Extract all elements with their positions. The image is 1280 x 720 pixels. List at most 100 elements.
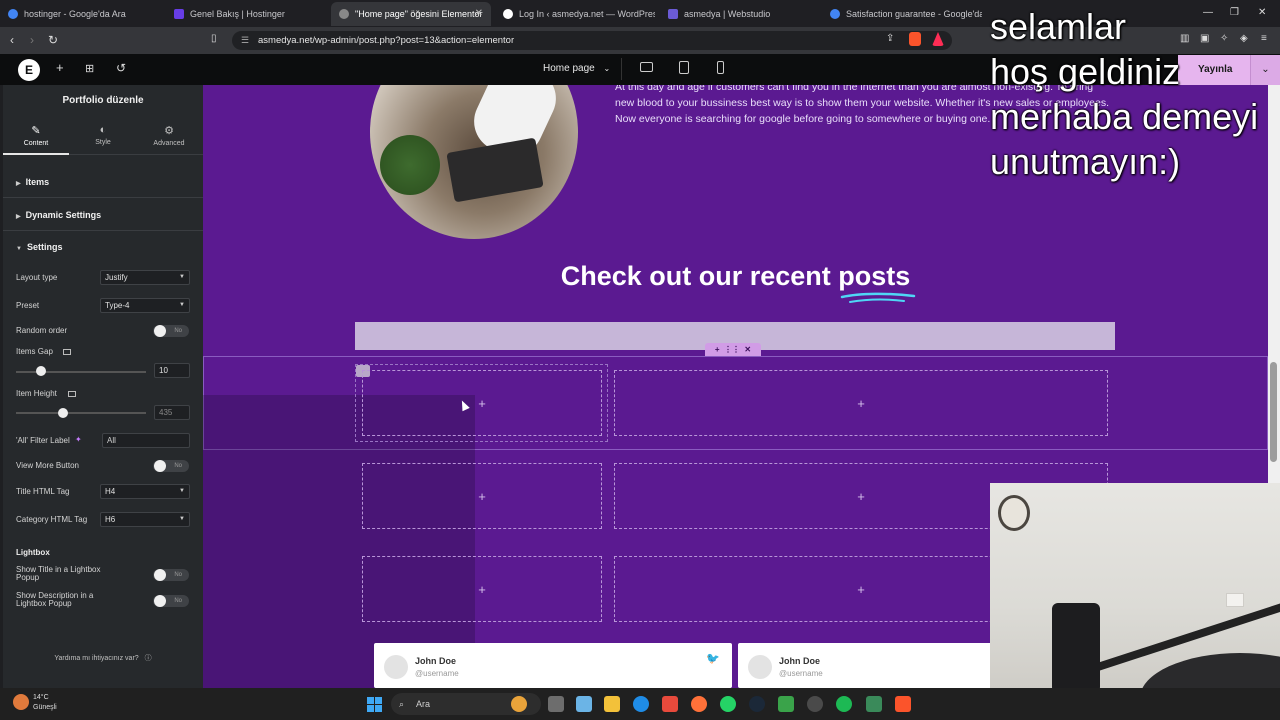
add-icon[interactable]: + (478, 582, 486, 597)
page-selector[interactable]: Home page ⌄ (543, 63, 610, 74)
tab-title: hostinger - Google'da Ara (24, 9, 126, 19)
tab-webstudio[interactable]: asmedya | Webstudio (660, 2, 820, 26)
tab-title: Genel Bakış | Hostinger (190, 9, 285, 19)
random-order-label: Random order (16, 326, 68, 335)
add-icon[interactable]: + (857, 582, 865, 597)
app-icon[interactable] (866, 696, 882, 712)
tab-advanced[interactable]: ⚙ Advanced (136, 119, 202, 155)
edge-icon[interactable] (633, 696, 649, 712)
tab-wordpress-login[interactable]: Log In ‹ asmedya.net — WordPress (495, 2, 655, 26)
file-explorer-icon[interactable] (604, 696, 620, 712)
grid-cell[interactable]: + (362, 370, 602, 436)
responsive-desktop-icon[interactable] (68, 391, 76, 397)
section-dynamic-settings[interactable]: ▶ Dynamic Settings (3, 199, 203, 231)
tab-title: Satisfaction guarantee - Google'da A (846, 9, 982, 19)
add-icon[interactable]: + (478, 489, 486, 504)
app-icon[interactable] (807, 696, 823, 712)
item-height-slider-handle[interactable] (58, 408, 68, 418)
card-username: @username (779, 669, 823, 678)
responsive-desktop-icon[interactable] (63, 349, 71, 355)
share-icon[interactable]: ⇪ (886, 33, 894, 44)
mobile-view-icon[interactable] (717, 61, 724, 74)
desktop-view-icon[interactable] (640, 62, 653, 72)
photo-detail (446, 137, 544, 203)
lightbox-heading: Lightbox (16, 548, 50, 557)
microphone (1052, 603, 1100, 688)
steam-icon[interactable] (749, 696, 765, 712)
start-menu-icon[interactable] (367, 697, 382, 712)
item-height-slider[interactable] (16, 412, 146, 414)
grid-cell[interactable]: + (362, 463, 602, 529)
card-username: @username (415, 669, 459, 678)
firefox-icon[interactable] (691, 696, 707, 712)
tab-hostinger-overview[interactable]: Genel Bakış | Hostinger (166, 2, 326, 26)
brave-icon[interactable] (895, 696, 911, 712)
testimonial-card: John Doe @username 🐦 (374, 643, 732, 688)
bookmark-icon[interactable]: ▯ (211, 33, 217, 44)
structure-icon[interactable]: ⊞ (85, 62, 94, 75)
avatar (384, 655, 408, 679)
forward-icon[interactable]: › (30, 33, 34, 47)
tab-elementor[interactable]: "Home page" öğesini Elementor ✕ (331, 2, 491, 26)
section-handle[interactable]: + ⋮⋮ ✕ (705, 343, 761, 356)
weather-icon[interactable] (13, 694, 29, 710)
grid-cell[interactable]: + (362, 556, 602, 622)
help-link[interactable]: Yardıma mı ihtiyacınız var? ⓘ (3, 653, 203, 663)
item-height-label: Item Height (16, 389, 57, 398)
close-window-icon[interactable]: ✕ (1258, 7, 1266, 18)
show-title-toggle[interactable]: No (153, 569, 189, 581)
add-icon[interactable]: + (478, 396, 486, 411)
weather-widget[interactable]: 14°C Güneşli (33, 693, 57, 713)
add-element-icon[interactable]: + (56, 60, 64, 75)
back-icon[interactable]: ‹ (10, 33, 14, 47)
section-settings[interactable]: ▼ Settings (3, 231, 203, 263)
show-description-toggle[interactable]: No (153, 595, 189, 607)
tab-label: Content (23, 140, 49, 147)
items-gap-slider-handle[interactable] (36, 366, 46, 376)
view-more-toggle[interactable]: No (153, 460, 189, 472)
all-filter-input[interactable]: All (102, 433, 190, 448)
canvas-scrollbar-thumb[interactable] (1270, 362, 1277, 462)
add-icon[interactable]: + (857, 396, 865, 411)
whatsapp-icon[interactable] (720, 696, 736, 712)
tab-hostinger-search[interactable]: hostinger - Google'da Ara (0, 2, 160, 26)
wordpress-icon (503, 9, 513, 19)
brave-shields-icon[interactable] (909, 32, 921, 46)
layout-type-select[interactable]: Justify ▼ (100, 270, 190, 285)
history-icon[interactable]: ↺ (116, 61, 126, 75)
section-items[interactable]: ▶ Items (3, 166, 203, 198)
title-tag-label: Title HTML Tag (16, 487, 70, 496)
url-field[interactable]: ☰ asmedya.net/wp-admin/post.php?post=13&… (232, 31, 952, 50)
grid-cell[interactable]: + (614, 370, 1108, 436)
section-label: Settings (26, 242, 63, 252)
caret-down-icon: ▼ (179, 516, 185, 522)
title-tag-select[interactable]: H4 ▼ (100, 484, 190, 499)
task-view-icon[interactable] (548, 696, 564, 712)
category-tag-select[interactable]: H6 ▼ (100, 512, 190, 527)
close-tab-icon[interactable]: ✕ (475, 8, 483, 19)
site-info-icon[interactable]: ☰ (241, 31, 249, 50)
twitter-icon[interactable]: 🐦 (706, 652, 720, 665)
tab-style[interactable]: ◐ Style (70, 119, 136, 155)
dynamic-tags-icon[interactable]: ✦ (75, 435, 82, 444)
tab-satisfaction-search[interactable]: Satisfaction guarantee - Google'da A (822, 2, 982, 26)
add-icon[interactable]: + (857, 489, 865, 504)
items-gap-input[interactable]: 10 (154, 363, 190, 378)
store-icon[interactable] (662, 696, 678, 712)
reload-icon[interactable]: ↻ (48, 33, 58, 47)
preset-select[interactable]: Type-4 ▼ (100, 298, 190, 313)
toggle-state: No (174, 572, 182, 578)
app-icon[interactable] (778, 696, 794, 712)
elementor-logo-icon[interactable]: E (18, 59, 40, 81)
spotify-icon[interactable] (836, 696, 852, 712)
tablet-view-icon[interactable] (679, 61, 689, 74)
tab-content[interactable]: ✎ Content (3, 119, 69, 155)
all-filter-label: 'All' Filter Label (16, 436, 70, 445)
caret-down-icon: ▼ (16, 246, 22, 252)
random-order-toggle[interactable]: No (153, 325, 189, 337)
weather-widget-icon[interactable] (511, 696, 527, 712)
photo-detail (380, 135, 440, 195)
item-height-input[interactable]: 435 (154, 405, 190, 420)
menu-icon[interactable]: ≡ (1261, 33, 1267, 44)
copilot-icon[interactable] (576, 696, 592, 712)
